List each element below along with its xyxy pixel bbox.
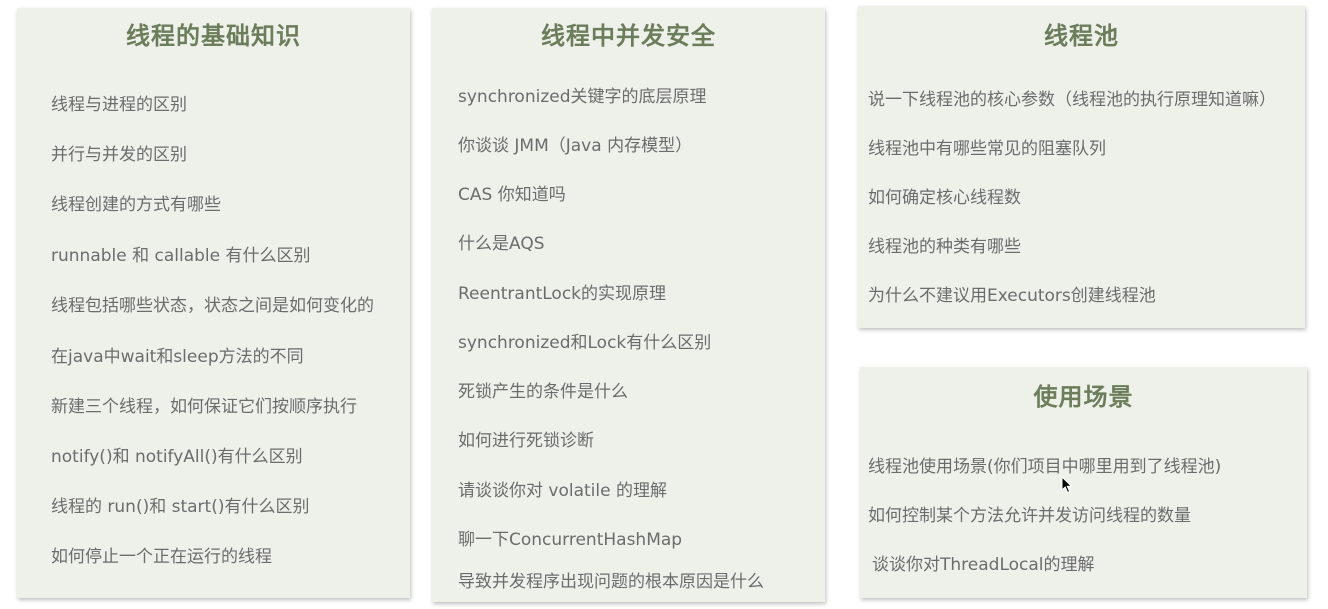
list-item: 聊一下ConcurrentHashMap [458,530,683,550]
list-item: 你谈谈 JMM（Java 内存模型） [458,136,693,156]
list-item: 线程池的种类有哪些 [868,237,1021,257]
list-item: synchronized关键字的底层原理 [458,87,707,107]
list-item: 在java中wait和sleep方法的不同 [51,347,304,367]
list-item: 线程创建的方式有哪些 [51,195,221,215]
list-item: 线程与进程的区别 [51,95,187,115]
card-title: 线程中并发安全 [541,22,716,50]
card-title: 线程的基础知识 [126,22,301,50]
list-item: synchronized和Lock有什么区别 [458,333,712,353]
list-item: 说一下线程池的核心参数（线程池的执行原理知道嘛） [868,90,1276,110]
list-item: 如何确定核心线程数 [868,188,1021,208]
card-thread-basics: 线程的基础知识 线程与进程的区别 并行与并发的区别 线程创建的方式有哪些 run… [17,8,410,598]
list-item: 线程池使用场景(你们项目中哪里用到了线程池) [868,457,1222,477]
list-item: 新建三个线程，如何保证它们按顺序执行 [51,397,357,417]
list-item: runnable 和 callable 有什么区别 [51,246,311,266]
card-concurrency-safety: 线程中并发安全 synchronized关键字的底层原理 你谈谈 JMM（Jav… [432,8,825,602]
list-item: 线程池中有哪些常见的阻塞队列 [868,139,1106,159]
list-item: CAS 你知道吗 [458,185,566,205]
list-item: 线程包括哪些状态，状态之间是如何变化的 [51,296,374,316]
list-item: 死锁产生的条件是什么 [458,382,628,402]
list-item: 如何进行死锁诊断 [458,431,594,451]
list-item: 并行与并发的区别 [51,145,187,165]
list-item: 如何控制某个方法允许并发访问线程的数量 [868,506,1191,526]
card-title: 使用场景 [1033,383,1134,411]
list-item: ReentrantLock的实现原理 [458,284,667,304]
mouse-cursor-icon [1061,476,1073,494]
card-usage-scenarios: 使用场景 线程池使用场景(你们项目中哪里用到了线程池) 如何控制某个方法允许并发… [860,367,1307,598]
list-item: 导致并发程序出现问题的根本原因是什么 [458,572,764,592]
list-item: 请谈谈你对 volatile 的理解 [458,481,667,501]
card-thread-pool: 线程池 说一下线程池的核心参数（线程池的执行原理知道嘛） 线程池中有哪些常见的阻… [858,6,1305,328]
card-title: 线程池 [1044,22,1119,50]
list-item: 为什么不建议用Executors创建线程池 [868,286,1156,306]
list-item: 什么是AQS [458,234,545,254]
list-item: 如何停止一个正在运行的线程 [51,547,272,567]
list-item: notify()和 notifyAll()有什么区别 [51,447,303,467]
list-item: 线程的 run()和 start()有什么区别 [51,497,310,517]
list-item: 谈谈你对ThreadLocal的理解 [872,555,1095,575]
